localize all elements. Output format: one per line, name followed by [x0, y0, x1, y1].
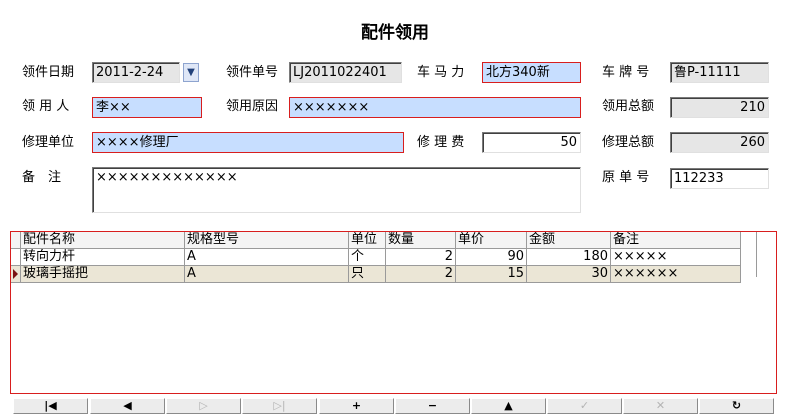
cell-unit[interactable]: 个 [349, 249, 386, 266]
insert-record-button[interactable]: + [319, 398, 394, 414]
col-header-spec[interactable]: 规格型号 [185, 232, 349, 249]
last-record-icon: ▷| [273, 399, 286, 412]
cell-amount[interactable]: 30 [527, 266, 611, 283]
next-record-button[interactable]: ▷ [166, 398, 241, 414]
row-marker[interactable] [11, 249, 21, 266]
repair-unit-field[interactable]: ××××修理厂 [92, 132, 404, 153]
refresh-icon: ↻ [731, 399, 742, 412]
horsepower-label: 车 马 力 [417, 65, 465, 80]
cell-qty[interactable]: 2 [386, 266, 456, 283]
parts-grid[interactable]: 配件名称 规格型号 单位 数量 单价 金额 备注 转向力杆 A 个 2 90 1… [10, 231, 777, 394]
page-title: 配件领用 [361, 23, 429, 43]
date-dropdown-button[interactable]: ▼ [183, 63, 199, 82]
prev-record-button[interactable]: ◀ [90, 398, 165, 414]
col-header-price[interactable]: 单价 [456, 232, 527, 249]
issue-no-label: 领件单号 [226, 65, 279, 80]
cell-spec[interactable]: A [185, 266, 349, 283]
col-header-qty[interactable]: 数量 [386, 232, 456, 249]
remark-label: 备 注 [22, 170, 62, 185]
col-header-amount[interactable]: 金额 [527, 232, 611, 249]
issue-date-field[interactable]: 2011-2-24 [92, 62, 180, 83]
plus-icon: + [351, 399, 362, 412]
plate-field[interactable]: 鲁P-11111 [670, 62, 769, 83]
edit-record-button[interactable]: ▲ [471, 398, 546, 414]
orig-no-label: 原 单 号 [602, 170, 650, 185]
table-row[interactable]: 转向力杆 A 个 2 90 180 ××××× [11, 249, 756, 266]
repair-total-field[interactable]: 260 [670, 132, 769, 153]
first-record-icon: |◀ [44, 399, 57, 412]
delete-record-button[interactable]: − [395, 398, 470, 414]
repair-unit-label: 修理单位 [22, 135, 75, 150]
cell-amount[interactable]: 180 [527, 249, 611, 266]
next-record-icon: ▷ [199, 399, 208, 412]
chevron-down-icon: ▼ [187, 67, 195, 78]
cell-note[interactable]: ×××××× [611, 266, 741, 283]
first-record-button[interactable]: |◀ [13, 398, 88, 414]
grid-header-row: 配件名称 规格型号 单位 数量 单价 金额 备注 [11, 232, 756, 249]
receiver-label: 领 用 人 [22, 99, 70, 114]
post-record-button[interactable]: ✓ [547, 398, 622, 414]
row-marker-current[interactable] [11, 266, 21, 283]
grid-table: 配件名称 规格型号 单位 数量 单价 金额 备注 转向力杆 A 个 2 90 1… [11, 232, 756, 283]
receiver-field[interactable]: 李×× [92, 97, 202, 118]
current-row-arrow-icon [13, 269, 18, 279]
repair-total-label: 修理总额 [602, 135, 655, 150]
issue-total-field[interactable]: 210 [670, 97, 769, 118]
cell-price[interactable]: 90 [456, 249, 527, 266]
horsepower-field[interactable]: 北方340新 [482, 62, 581, 83]
header-row-marker [11, 232, 21, 249]
cell-qty[interactable]: 2 [386, 249, 456, 266]
remark-field[interactable]: ××××××××××××× [92, 167, 581, 213]
issue-no-field[interactable]: LJ2011022401 [289, 62, 402, 83]
cell-unit[interactable]: 只 [349, 266, 386, 283]
cell-name[interactable]: 玻璃手摇把 [21, 266, 185, 283]
col-header-name[interactable]: 配件名称 [21, 232, 185, 249]
col-header-unit[interactable]: 单位 [349, 232, 386, 249]
repair-fee-field[interactable]: 50 [482, 132, 581, 153]
prev-record-icon: ◀ [123, 399, 132, 412]
plate-label: 车 牌 号 [602, 65, 650, 80]
reason-label: 领用原因 [226, 99, 279, 114]
triangle-up-icon: ▲ [504, 399, 513, 412]
cancel-record-button[interactable]: ✕ [623, 398, 698, 414]
issue-date-label: 领件日期 [22, 65, 75, 80]
reason-field[interactable]: ××××××× [289, 97, 581, 118]
orig-no-field[interactable]: 112233 [670, 168, 769, 189]
col-header-note[interactable]: 备注 [611, 232, 741, 249]
last-record-button[interactable]: ▷| [242, 398, 317, 414]
table-row-selected[interactable]: 玻璃手摇把 A 只 2 15 30 ×××××× [11, 266, 756, 283]
repair-fee-label: 修 理 费 [417, 135, 465, 150]
refresh-button[interactable]: ↻ [699, 398, 774, 414]
cancel-x-icon: ✕ [655, 399, 666, 412]
cell-name[interactable]: 转向力杆 [21, 249, 185, 266]
cell-spec[interactable]: A [185, 249, 349, 266]
cell-note[interactable]: ××××× [611, 249, 741, 266]
check-icon: ✓ [579, 399, 590, 412]
minus-icon: − [427, 399, 438, 412]
grid-vertical-divider [756, 232, 769, 277]
cell-price[interactable]: 15 [456, 266, 527, 283]
issue-total-label: 领用总额 [602, 99, 655, 114]
